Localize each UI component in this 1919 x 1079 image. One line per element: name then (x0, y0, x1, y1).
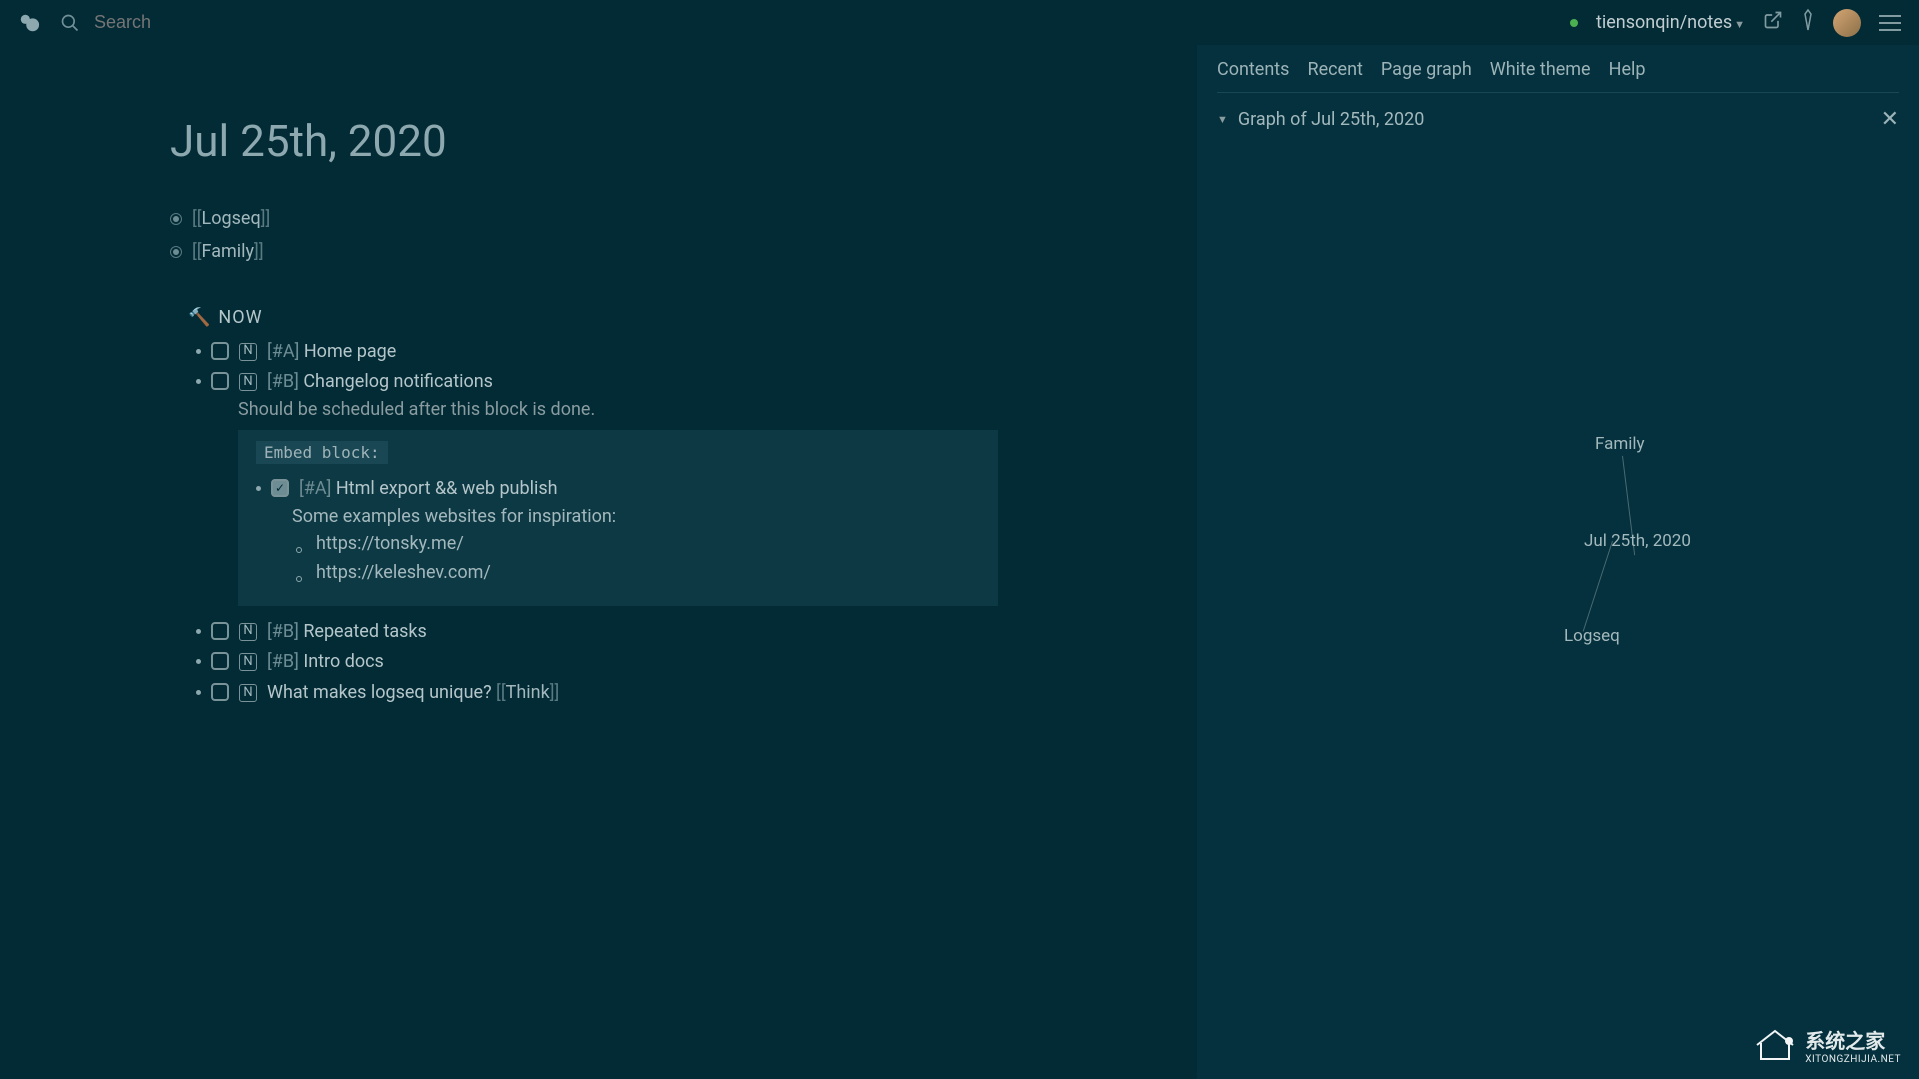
task-row[interactable]: N [#B] Changelog notifications (196, 368, 1197, 397)
now-badge-icon: N (239, 653, 257, 671)
embed-block: Embed block: ✓ [#A] Html export && web p… (238, 430, 998, 605)
embed-task-row[interactable]: ✓ [#A] Html export && web publish (256, 475, 980, 504)
now-badge-icon: N (239, 373, 257, 391)
right-sidebar: Contents Recent Page graph White theme H… (1197, 45, 1919, 1079)
task-row[interactable]: N [#B] Intro docs (196, 648, 1197, 677)
collapse-icon[interactable]: ▼ (1217, 113, 1228, 126)
house-icon (1753, 1027, 1797, 1063)
dot-bullet-icon (196, 629, 201, 634)
header-right: tiensonqin/notes▼ (1570, 8, 1901, 37)
bullet-icon[interactable] (170, 213, 182, 225)
dot-bullet-icon (196, 349, 201, 354)
graph-node-center[interactable]: Jul 25th, 2020 (1584, 531, 1691, 551)
page-ref-item[interactable]: [[Logseq]] (170, 205, 1197, 234)
page-title: Jul 25th, 2020 (170, 115, 1197, 167)
bullet-icon[interactable] (170, 246, 182, 258)
tab-help[interactable]: Help (1609, 59, 1646, 80)
tab-white-theme[interactable]: White theme (1490, 59, 1591, 80)
dot-bullet-icon (196, 659, 201, 664)
task-subtext: Should be scheduled after this block is … (238, 399, 1197, 420)
dot-bullet-icon (196, 690, 201, 695)
app-logo-icon[interactable] (18, 12, 40, 34)
avatar[interactable] (1833, 9, 1861, 37)
search-input[interactable] (94, 12, 326, 33)
graph-edge (1583, 541, 1613, 632)
tab-page-graph[interactable]: Page graph (1381, 59, 1472, 80)
tab-recent[interactable]: Recent (1307, 59, 1362, 80)
top-header: tiensonqin/notes▼ (0, 0, 1919, 45)
hammer-icon: 🔨 (188, 307, 210, 328)
menu-icon[interactable] (1879, 15, 1901, 31)
task-checkbox-checked[interactable]: ✓ (271, 479, 289, 497)
graph-node-logseq[interactable]: Logseq (1564, 626, 1620, 646)
now-section-header[interactable]: 🔨 NOW (188, 307, 1197, 328)
now-badge-icon: N (239, 343, 257, 361)
repo-selector[interactable]: tiensonqin/notes▼ (1596, 12, 1745, 33)
task-row[interactable]: N [#B] Repeated tasks (196, 618, 1197, 647)
dot-bullet-icon (256, 486, 261, 491)
task-checkbox[interactable] (211, 622, 229, 640)
task-checkbox[interactable] (211, 683, 229, 701)
now-badge-icon: N (239, 684, 257, 702)
circle-bullet-icon (296, 547, 302, 553)
sidebar-panel-header[interactable]: ▼ Graph of Jul 25th, 2020 (1217, 109, 1424, 130)
tie-icon[interactable] (1801, 8, 1815, 37)
task-checkbox[interactable] (211, 652, 229, 670)
embed-desc: Some examples websites for inspiration: (292, 506, 980, 527)
main-content: Jul 25th, 2020 [[Logseq]] [[Family]] 🔨 N… (0, 45, 1197, 1079)
dot-bullet-icon (196, 379, 201, 384)
graph-node-family[interactable]: Family (1595, 434, 1645, 454)
open-external-icon[interactable] (1763, 10, 1783, 35)
search-icon[interactable] (60, 13, 80, 33)
watermark: 系统之家 XITONGZHIJIA.NET (1753, 1025, 1901, 1065)
sidebar-tabs: Contents Recent Page graph White theme H… (1217, 59, 1899, 93)
graph-canvas[interactable]: Family Jul 25th, 2020 Logseq (1217, 146, 1899, 746)
now-badge-icon: N (239, 623, 257, 641)
sync-status-dot-icon (1570, 19, 1578, 27)
circle-bullet-icon (296, 576, 302, 582)
task-checkbox[interactable] (211, 342, 229, 360)
tab-contents[interactable]: Contents (1217, 59, 1289, 80)
task-checkbox[interactable] (211, 372, 229, 390)
page-ref-item[interactable]: [[Family]] (170, 238, 1197, 267)
search-area (60, 12, 1550, 33)
task-row[interactable]: N What makes logseq unique? [[Think]] (196, 679, 1197, 708)
link-item[interactable]: https://tonsky.me/ (296, 530, 980, 559)
link-item[interactable]: https://keleshev.com/ (296, 559, 980, 588)
task-row[interactable]: N [#A] Home page (196, 338, 1197, 367)
close-icon[interactable]: ✕ (1881, 107, 1899, 132)
embed-tag: Embed block: (256, 441, 388, 464)
